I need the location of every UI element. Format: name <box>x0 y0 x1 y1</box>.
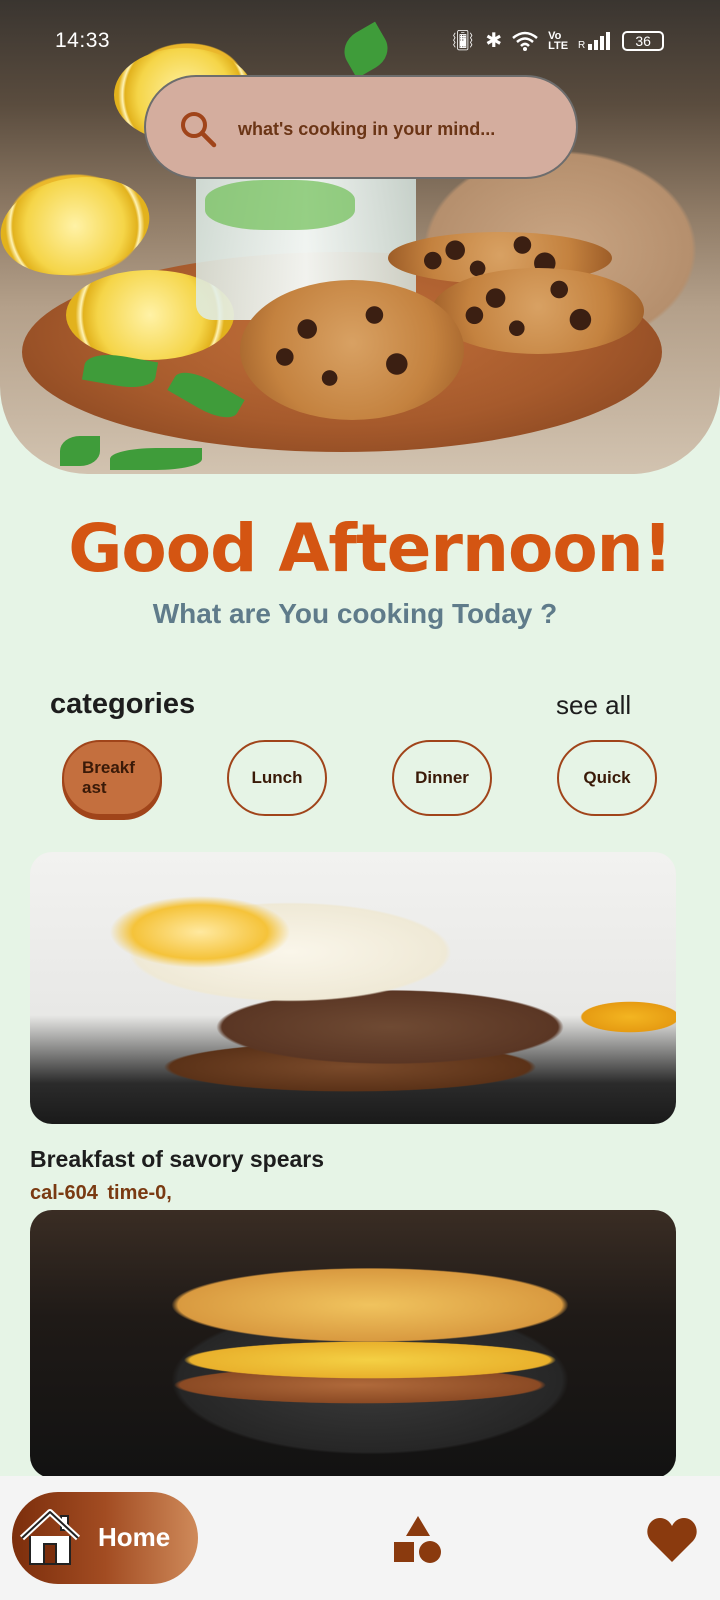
hero-mint <box>205 180 355 230</box>
categories-title: categories <box>50 688 196 720</box>
greeting-title: Good Afternoon! <box>68 510 673 587</box>
recipe-card-title[interactable]: Breakfast of savory spears <box>30 1146 324 1173</box>
hero-cookie <box>432 268 644 354</box>
hero-lemon <box>0 165 158 287</box>
status-time: 14:33 <box>55 29 111 52</box>
search-input[interactable] <box>238 105 558 153</box>
nav-home-button[interactable]: Home <box>12 1492 198 1584</box>
status-bar: 14:33 📳︎ ✱ Vo LTE R 36 <box>0 0 720 80</box>
hero-mint-leaf <box>110 448 202 470</box>
bottom-nav: Home <box>0 1476 720 1600</box>
vibrate-icon: 📳︎ <box>450 30 476 52</box>
recipe-card-image[interactable] <box>30 852 676 1124</box>
bluetooth-icon: ✱ <box>485 30 503 52</box>
category-chip-quick[interactable]: Quick <box>557 740 657 816</box>
category-chip-breakfast[interactable]: Breakf ast <box>62 740 162 816</box>
svg-text:R: R <box>578 40 585 50</box>
nav-home-label: Home <box>98 1522 171 1552</box>
heart-icon[interactable] <box>646 1516 698 1564</box>
search-bar[interactable] <box>144 75 578 179</box>
search-icon[interactable] <box>178 109 218 149</box>
categories-icon[interactable] <box>392 1514 444 1566</box>
category-chip-dinner[interactable]: Dinner <box>392 740 492 816</box>
see-all-link[interactable]: see all <box>556 690 631 721</box>
hero-mint-leaf <box>60 436 100 466</box>
recipe-card-image[interactable] <box>30 1210 676 1478</box>
hero-cookie <box>240 280 464 420</box>
category-chip-lunch[interactable]: Lunch <box>227 740 327 816</box>
status-icons: 📳︎ ✱ Vo LTE R 36 <box>450 28 665 53</box>
battery-icon: 36 <box>622 30 665 51</box>
recipe-card-meta: cal-604 time-0, <box>30 1182 172 1204</box>
wifi-icon <box>512 31 538 51</box>
greeting-subtitle: What are You cooking Today ? <box>152 598 558 629</box>
volte-icon: Vo LTE <box>548 29 569 52</box>
signal-icon: R <box>578 31 611 50</box>
home-icon <box>19 1509 81 1565</box>
